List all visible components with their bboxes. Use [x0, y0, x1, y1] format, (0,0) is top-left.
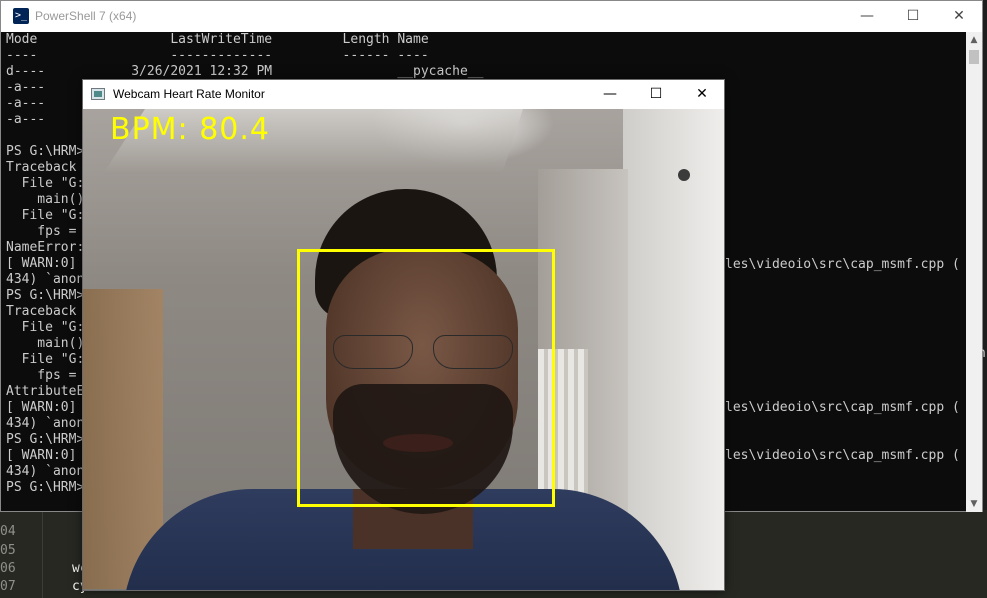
powershell-titlebar[interactable]: >_ PowerShell 7 (x64) — ☐ ✕: [1, 1, 982, 32]
close-button[interactable]: ✕: [936, 1, 982, 32]
maximize-button[interactable]: ☐: [633, 80, 679, 109]
terminal-warning-fragment: les\videoio\src\cap_msmf.cpp (: [725, 400, 960, 415]
scroll-up-icon[interactable]: ▲: [966, 32, 982, 48]
terminal-warning-fragment: les\videoio\src\cap_msmf.cpp (: [725, 448, 960, 463]
webcam-video-frame: BPM: 80.4: [83, 109, 724, 590]
editor-line-number: 06: [0, 561, 16, 576]
webcam-titlebar[interactable]: Webcam Heart Rate Monitor — ☐ ✕: [83, 80, 724, 109]
powershell-icon: >_: [13, 8, 29, 24]
minimize-button[interactable]: —: [844, 1, 890, 32]
minimize-button[interactable]: —: [587, 80, 633, 109]
webcam-window: Webcam Heart Rate Monitor — ☐ ✕ BPM: 80.…: [82, 79, 725, 591]
editor-line-number: 05: [0, 543, 16, 558]
indent-guide: [42, 510, 43, 598]
scroll-down-icon[interactable]: ▼: [966, 496, 982, 512]
maximize-button[interactable]: ☐: [890, 1, 936, 32]
editor-line-number: 04: [0, 524, 16, 539]
terminal-line: d---- 3/26/2021 12:32 PM __pycache__: [6, 64, 484, 79]
webcam-title: Webcam Heart Rate Monitor: [113, 87, 265, 101]
editor-line-number: 07: [0, 579, 16, 594]
terminal-scrollbar[interactable]: ▲ ▼: [966, 32, 982, 512]
terminal-line: Mode LastWriteTime Length Name: [6, 32, 429, 47]
bpm-readout: BPM: 80.4: [110, 112, 270, 147]
wall-fixture: [678, 169, 690, 181]
room-wall: [623, 109, 724, 590]
face-detection-box: [297, 249, 555, 507]
app-window-icon: [91, 88, 105, 100]
terminal-warning-fragment: les\videoio\src\cap_msmf.cpp (: [725, 257, 960, 272]
terminal-line: ---- ------------- ------ ----: [6, 48, 429, 63]
close-button[interactable]: ✕: [679, 80, 725, 109]
scrollbar-thumb[interactable]: [969, 50, 979, 64]
powershell-title: PowerShell 7 (x64): [35, 9, 137, 23]
